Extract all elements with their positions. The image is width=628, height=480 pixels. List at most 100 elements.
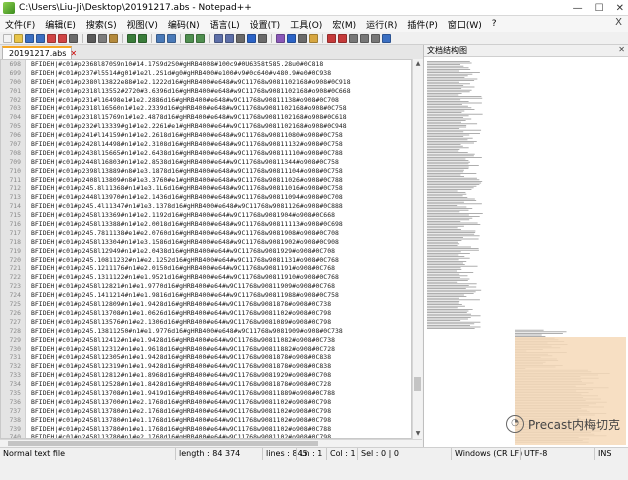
line-text: BFIDEH|#c01#p2448l13970#n1#1e2.1436d16#g… <box>31 193 343 202</box>
cut-icon[interactable] <box>87 33 96 43</box>
status-row: Normal text file length : 84 374 lines :… <box>0 448 628 460</box>
minimap-line <box>427 208 473 209</box>
play-macro-icon[interactable] <box>360 33 369 43</box>
menu-item-8[interactable]: 宏(M) <box>327 18 361 31</box>
status-insert-mode[interactable]: INS <box>594 448 611 460</box>
minimap-line <box>427 150 459 152</box>
minimap-line <box>427 94 459 96</box>
code-line: 739 BFIDEH|#c01#p2458l13780#n1#e1.1768d16… <box>1 425 411 434</box>
vertical-scrollbar[interactable]: ▲ ▼ <box>412 59 422 439</box>
minimap-line <box>427 206 467 208</box>
record-macro-icon[interactable] <box>338 33 347 43</box>
menu-item-10[interactable]: 插件(P) <box>402 18 442 31</box>
vertical-scroll-thumb[interactable] <box>414 377 421 391</box>
copy-icon[interactable] <box>98 33 107 43</box>
code-line: 731 BFIDEH|#c01#p2458l12305#n1#e1.9428d16… <box>1 353 411 362</box>
redo-icon[interactable] <box>138 33 147 43</box>
menu-item-4[interactable]: 编码(N) <box>163 18 205 31</box>
sync-v-icon[interactable] <box>214 33 223 43</box>
close-icon[interactable] <box>47 33 56 43</box>
line-text: BFIDEH|#c01#p2458l12412#n1#e1.9428d16#gH… <box>31 335 336 344</box>
document-map-close-icon[interactable]: ✕ <box>618 45 625 54</box>
save-all-icon[interactable] <box>36 33 45 43</box>
stop-macro-icon[interactable] <box>349 33 358 43</box>
minimap-line <box>427 190 458 192</box>
minimap-line <box>427 165 479 166</box>
tab-20191217-abs[interactable]: 20191217.abs ✕ <box>2 46 77 59</box>
tab-close-icon[interactable]: ✕ <box>70 49 77 58</box>
func-list-icon[interactable] <box>298 33 307 43</box>
menu-item-9[interactable]: 运行(R) <box>361 18 402 31</box>
menu-item-2[interactable]: 搜索(S) <box>81 18 122 31</box>
document-map-body[interactable] <box>427 59 626 445</box>
close-button[interactable]: ✕ <box>616 3 624 14</box>
tab-bar: 20191217.abs ✕ <box>0 45 423 59</box>
word-wrap-icon[interactable] <box>236 33 245 43</box>
menu-item-3[interactable]: 视图(V) <box>122 18 163 31</box>
minimap-line <box>427 299 480 301</box>
zoom-in-icon[interactable] <box>185 33 194 43</box>
close-document-button[interactable]: X <box>615 17 622 28</box>
line-number: 711 <box>9 175 21 184</box>
minimap-line <box>427 93 462 94</box>
menu-item-7[interactable]: 工具(O) <box>285 18 327 31</box>
toolbar-separator <box>180 33 181 43</box>
menu-item-11[interactable]: 窗口(W) <box>443 18 487 31</box>
minimap-line <box>427 217 473 219</box>
minimap-line <box>515 334 542 336</box>
minimap-line <box>427 253 470 254</box>
minimap-line <box>427 118 472 120</box>
close-all-icon[interactable] <box>58 33 67 43</box>
minimap-line <box>427 317 471 318</box>
zoom-out-icon[interactable] <box>196 33 205 43</box>
editor-area[interactable]: 698 BFIDEH|#c01#p2368l870S9n10#14.17S9d2S… <box>0 59 412 439</box>
minimap-line <box>427 166 469 168</box>
monitor-icon[interactable] <box>327 33 336 43</box>
scroll-down-icon[interactable]: ▼ <box>413 429 423 439</box>
menu-item-6[interactable]: 设置(T) <box>245 18 286 31</box>
minimap-line <box>427 153 475 155</box>
minimap-line <box>427 291 476 293</box>
menu-item-1[interactable]: 编辑(E) <box>40 18 81 31</box>
doc-map-icon[interactable] <box>287 33 296 43</box>
minimap-line <box>427 88 462 89</box>
menu-item-0[interactable]: 文件(F) <box>0 18 40 31</box>
paste-icon[interactable] <box>109 33 118 43</box>
minimap-line <box>427 307 458 309</box>
minimize-button[interactable]: — <box>573 3 583 14</box>
code-line: 702 BFIDEH|#c01#p231#l16498e1#1e2.2886d16… <box>1 96 411 105</box>
minimap-line <box>427 237 463 238</box>
replace-icon[interactable] <box>167 33 176 43</box>
minimap-line <box>427 275 468 277</box>
show-all-chars-icon[interactable] <box>247 33 256 43</box>
run-macro-icon[interactable] <box>371 33 380 43</box>
code-line: 734 BFIDEH|#c01#p2458l12528#n1#e1.8428d16… <box>1 380 411 389</box>
menu-item-5[interactable]: 语言(L) <box>205 18 245 31</box>
scroll-up-icon[interactable]: ▲ <box>413 59 423 69</box>
code-line: 712 BFIDEH|#c01#p245.8l11368#n1#1e3.1L6d1… <box>1 184 411 193</box>
lang-icon[interactable] <box>276 33 285 43</box>
menu-item-12[interactable]: ? <box>487 19 502 29</box>
sync-h-icon[interactable] <box>225 33 234 43</box>
minimap-line <box>427 179 480 181</box>
maximize-button[interactable]: ☐ <box>595 3 604 14</box>
horizontal-scrollbar[interactable] <box>0 439 422 447</box>
indent-guide-icon[interactable] <box>258 33 267 43</box>
new-file-icon[interactable] <box>3 33 12 43</box>
minimap-line <box>427 321 481 323</box>
minimap-line <box>427 267 461 269</box>
line-number: 723 <box>9 282 21 291</box>
line-number: 734 <box>9 380 21 389</box>
window-controls: — ☐ ✕ <box>573 0 624 16</box>
minimap-line <box>427 304 462 305</box>
line-number: 703 <box>9 104 21 113</box>
folder-workspace-icon[interactable] <box>309 33 318 43</box>
undo-icon[interactable] <box>127 33 136 43</box>
find-icon[interactable] <box>156 33 165 43</box>
save-macro-icon[interactable] <box>382 33 391 43</box>
code-line: 717 BFIDEH|#c01#p245.7811138#e1#e2.0760d1… <box>1 229 411 238</box>
print-icon[interactable] <box>69 33 78 43</box>
save-icon[interactable] <box>25 33 34 43</box>
open-file-icon[interactable] <box>14 33 23 43</box>
horizontal-scroll-thumb[interactable] <box>8 441 318 446</box>
